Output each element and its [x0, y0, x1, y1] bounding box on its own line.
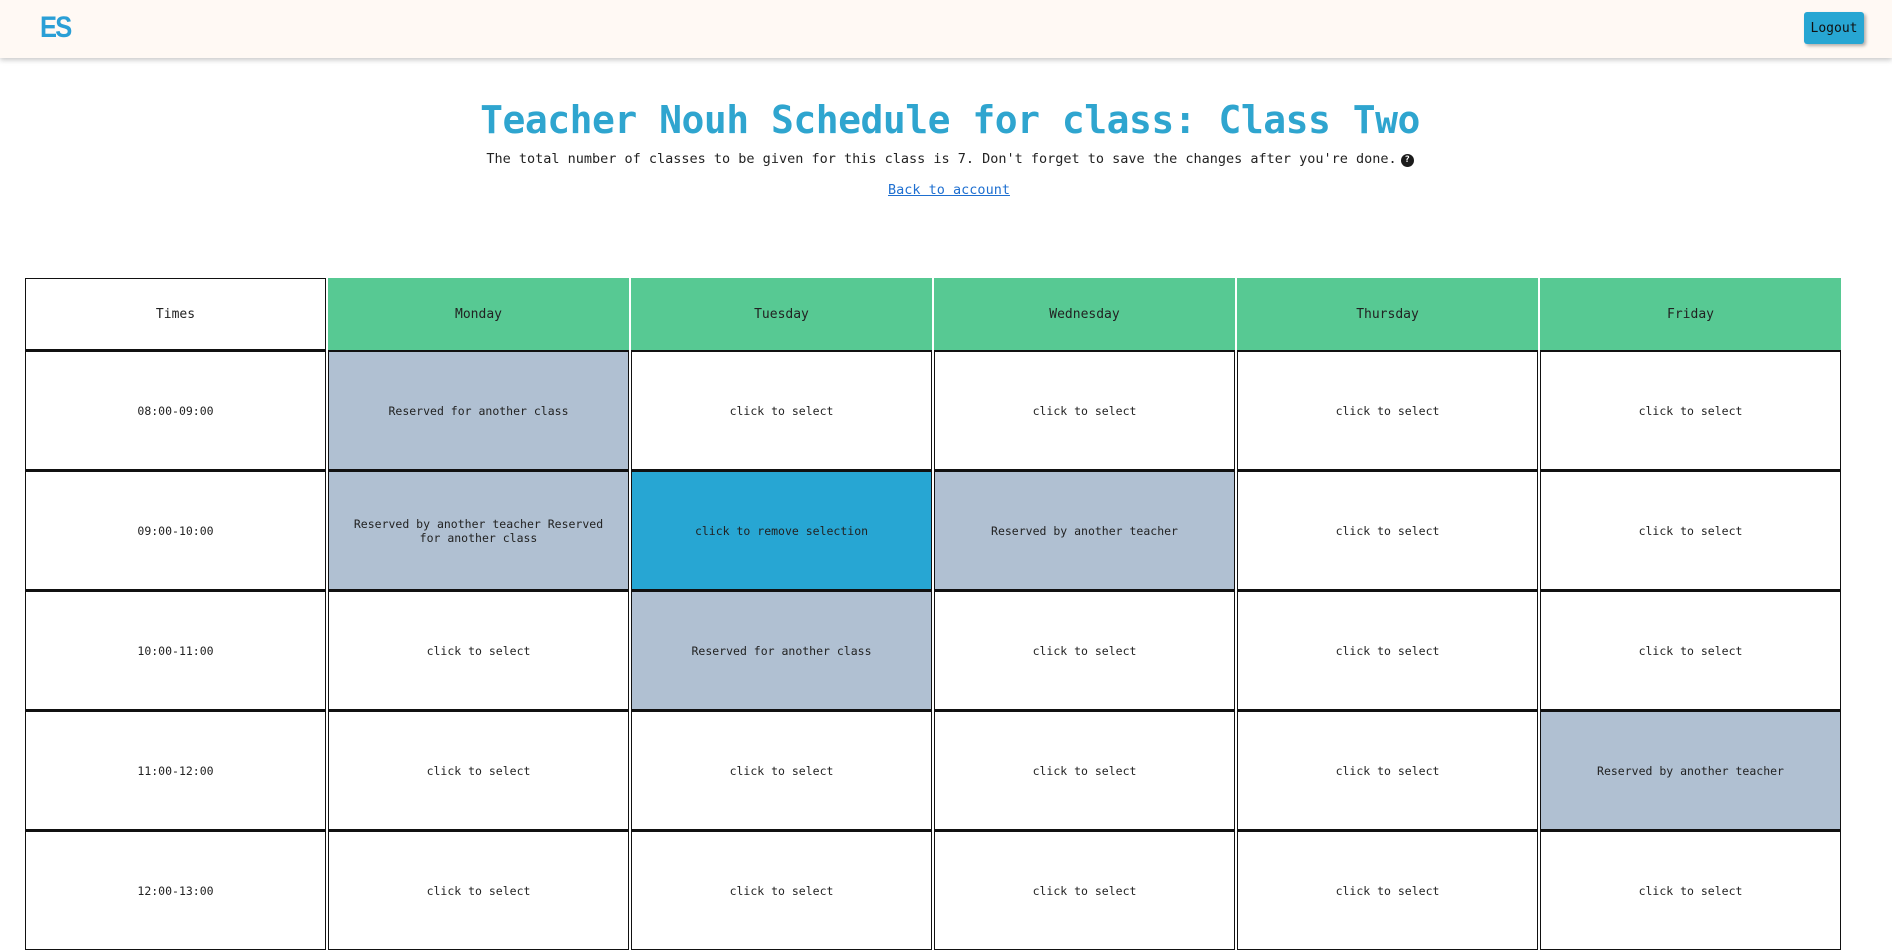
time-slot-label: 08:00-09:00: [25, 350, 326, 470]
slot-cell-wednesday[interactable]: click to select: [934, 710, 1235, 830]
slot-cell-friday[interactable]: click to select: [1540, 350, 1841, 470]
slot-cell-wednesday[interactable]: click to select: [934, 590, 1235, 710]
slot-cell-tuesday[interactable]: click to select: [631, 710, 932, 830]
day-header-monday: Monday: [328, 278, 629, 350]
slot-cell-wednesday[interactable]: click to select: [934, 830, 1235, 950]
slot-cell-monday[interactable]: click to select: [328, 590, 629, 710]
back-link-container: Back to account: [0, 182, 1892, 198]
back-to-account-link[interactable]: Back to account: [888, 182, 1010, 198]
table-row: 10:00-11:00 click to select Reserved for a…: [25, 590, 1841, 710]
slot-cell-monday: Reserved by another teacher Reserved for…: [328, 470, 629, 590]
day-header-tuesday: Tuesday: [631, 278, 932, 350]
slot-cell-monday[interactable]: click to select: [328, 710, 629, 830]
subtitle-text: The total number of classes to be given …: [486, 151, 1397, 167]
slot-cell-thursday[interactable]: click to select: [1237, 470, 1538, 590]
slot-cell-tuesday[interactable]: click to remove selection: [631, 470, 932, 590]
slot-cell-wednesday: Reserved by another teacher: [934, 470, 1235, 590]
day-header-thursday: Thursday: [1237, 278, 1538, 350]
table-row: 12:00-13:00 click to select click to selec…: [25, 830, 1841, 950]
time-slot-label: 10:00-11:00: [25, 590, 326, 710]
logout-button[interactable]: Logout: [1804, 12, 1864, 44]
table-row: 09:00-10:00 Reserved by another teacher R…: [25, 470, 1841, 590]
time-slot-label: 09:00-10:00: [25, 470, 326, 590]
question-circle-icon[interactable]: ?: [1400, 154, 1414, 167]
time-slot-label: 12:00-13:00: [25, 830, 326, 950]
times-column-header: Times: [25, 278, 326, 350]
app-logo[interactable]: ES: [40, 11, 72, 45]
table-header-row: Times Monday Tuesday Wednesday Thursday …: [25, 278, 1841, 350]
slot-cell-tuesday[interactable]: click to select: [631, 350, 932, 470]
table-row: 08:00-09:00 Reserved for another class cli…: [25, 350, 1841, 470]
day-header-friday: Friday: [1540, 278, 1841, 350]
slot-cell-monday[interactable]: click to select: [328, 830, 629, 950]
page-title: Teacher Nouh Schedule for class: Class T…: [480, 98, 1420, 142]
slot-cell-friday: Reserved by another teacher: [1540, 710, 1841, 830]
table-row: 11:00-12:00 click to select click to selec…: [25, 710, 1841, 830]
day-header-wednesday: Wednesday: [934, 278, 1235, 350]
slot-cell-thursday[interactable]: click to select: [1237, 350, 1538, 470]
schedule-table: Times Monday Tuesday Wednesday Thursday …: [23, 278, 1843, 950]
slot-cell-wednesday[interactable]: click to select: [934, 350, 1235, 470]
slot-cell-friday[interactable]: click to select: [1540, 470, 1841, 590]
slot-cell-thursday[interactable]: click to select: [1237, 830, 1538, 950]
slot-cell-friday[interactable]: click to select: [1540, 830, 1841, 950]
slot-cell-monday: Reserved for another class: [328, 350, 629, 470]
slot-cell-tuesday[interactable]: click to select: [631, 830, 932, 950]
page-subtitle: The total number of classes to be given …: [0, 151, 1892, 167]
slot-cell-thursday[interactable]: click to select: [1237, 590, 1538, 710]
navbar: ES Logout: [0, 0, 1892, 58]
slot-cell-tuesday: Reserved for another class: [631, 590, 932, 710]
slot-cell-friday[interactable]: click to select: [1540, 590, 1841, 710]
slot-cell-thursday[interactable]: click to select: [1237, 710, 1538, 830]
schedule-body: 08:00-09:00 Reserved for another class cli…: [25, 350, 1841, 950]
time-slot-label: 11:00-12:00: [25, 710, 326, 830]
